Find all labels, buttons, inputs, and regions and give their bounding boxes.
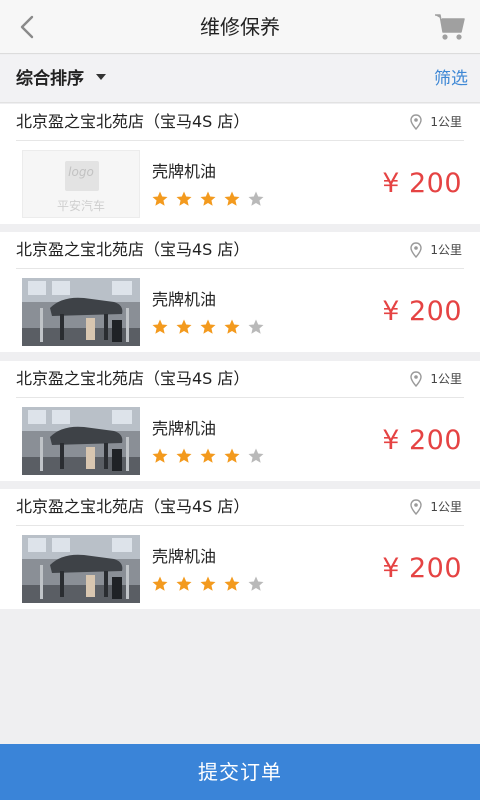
filter-button[interactable]: 筛选 bbox=[434, 55, 468, 103]
shop-distance: 1公里 bbox=[410, 489, 462, 525]
distance-label: 1公里 bbox=[430, 500, 462, 514]
star-filled-icon bbox=[224, 576, 240, 591]
page-title: 维修保养 bbox=[200, 15, 280, 39]
location-pin-icon bbox=[410, 114, 423, 130]
product-name: 壳牌机油 bbox=[152, 547, 217, 566]
divider bbox=[16, 525, 464, 526]
price: ¥ 200 bbox=[382, 425, 462, 456]
rating-stars bbox=[151, 318, 271, 336]
rating-stars bbox=[151, 447, 271, 465]
star-empty-icon bbox=[248, 319, 264, 334]
star-empty-icon bbox=[248, 448, 264, 463]
star-filled-icon bbox=[200, 191, 216, 206]
star-filled-icon bbox=[176, 448, 192, 463]
garage-photo bbox=[22, 407, 140, 475]
shop-name: 北京盈之宝北苑店（宝马4S 店） bbox=[16, 369, 250, 388]
star-filled-icon bbox=[224, 191, 240, 206]
price: ¥ 200 bbox=[382, 553, 462, 584]
star-filled-icon bbox=[224, 448, 240, 463]
sort-dropdown[interactable]: 综合排序 bbox=[16, 55, 106, 103]
divider bbox=[16, 268, 464, 269]
star-filled-icon bbox=[152, 576, 168, 591]
top-navbar: 维修保养 bbox=[0, 0, 480, 54]
star-empty-icon bbox=[248, 576, 264, 591]
shop-card[interactable]: 北京盈之宝北苑店（宝马4S 店） 1公里 壳牌机油 ¥ 200 bbox=[0, 489, 480, 609]
star-filled-icon bbox=[200, 576, 216, 591]
garage-photo-image bbox=[22, 407, 140, 475]
shop-header: 北京盈之宝北苑店（宝马4S 店） 1公里 bbox=[0, 489, 480, 525]
caret-down-icon bbox=[96, 74, 106, 80]
star-filled-icon bbox=[152, 191, 168, 206]
shop-distance: 1公里 bbox=[410, 232, 462, 268]
distance-label: 1公里 bbox=[430, 372, 462, 386]
divider bbox=[16, 397, 464, 398]
logo-text: logo bbox=[68, 165, 94, 179]
shop-name: 北京盈之宝北苑店（宝马4S 店） bbox=[16, 112, 250, 131]
shop-card[interactable]: 北京盈之宝北苑店（宝马4S 店） 1公里 壳牌机油 ¥ 200 bbox=[0, 232, 480, 352]
garage-photo bbox=[22, 535, 140, 603]
sort-label: 综合排序 bbox=[16, 69, 84, 89]
star-filled-icon bbox=[200, 448, 216, 463]
star-empty-icon bbox=[248, 191, 264, 206]
location-pin-icon bbox=[410, 371, 423, 387]
rating-stars bbox=[151, 190, 271, 208]
shop-distance: 1公里 bbox=[410, 361, 462, 397]
garage-photo bbox=[22, 278, 140, 346]
garage-photo-image bbox=[22, 535, 140, 603]
shop-header: 北京盈之宝北苑店（宝马4S 店） 1公里 bbox=[0, 104, 480, 140]
shop-logo-placeholder: logo 平安汽车 bbox=[22, 150, 140, 218]
shopping-cart-icon[interactable] bbox=[434, 12, 466, 42]
location-pin-icon bbox=[410, 242, 423, 258]
price: ¥ 200 bbox=[382, 296, 462, 327]
shop-header: 北京盈之宝北苑店（宝马4S 店） 1公里 bbox=[0, 232, 480, 268]
star-filled-icon bbox=[176, 576, 192, 591]
logo-subtext: 平安汽车 bbox=[56, 199, 105, 213]
shop-distance: 1公里 bbox=[410, 104, 462, 140]
star-filled-icon bbox=[176, 191, 192, 206]
product-name: 壳牌机油 bbox=[152, 162, 217, 181]
price: ¥ 200 bbox=[382, 168, 462, 199]
divider bbox=[16, 140, 464, 141]
distance-label: 1公里 bbox=[430, 115, 462, 129]
shop-card[interactable]: 北京盈之宝北苑店（宝马4S 店） 1公里 logo 平安汽车 壳牌机油 ¥ 20… bbox=[0, 104, 480, 224]
rating-stars bbox=[151, 575, 271, 593]
star-filled-icon bbox=[176, 319, 192, 334]
product-name: 壳牌机油 bbox=[152, 419, 217, 438]
shop-card[interactable]: 北京盈之宝北苑店（宝马4S 店） 1公里 壳牌机油 ¥ 200 bbox=[0, 361, 480, 481]
star-filled-icon bbox=[152, 319, 168, 334]
submit-order-button[interactable]: 提交订单 bbox=[0, 744, 480, 800]
shop-name: 北京盈之宝北苑店（宝马4S 店） bbox=[16, 497, 250, 516]
distance-label: 1公里 bbox=[430, 243, 462, 257]
shop-header: 北京盈之宝北苑店（宝马4S 店） 1公里 bbox=[0, 361, 480, 397]
star-filled-icon bbox=[200, 319, 216, 334]
shop-name: 北京盈之宝北苑店（宝马4S 店） bbox=[16, 240, 250, 259]
product-name: 壳牌机油 bbox=[152, 290, 217, 309]
star-filled-icon bbox=[152, 448, 168, 463]
filter-bar: 综合排序 筛选 bbox=[0, 55, 480, 103]
garage-photo-image bbox=[22, 278, 140, 346]
location-pin-icon bbox=[410, 499, 423, 515]
star-filled-icon bbox=[224, 319, 240, 334]
